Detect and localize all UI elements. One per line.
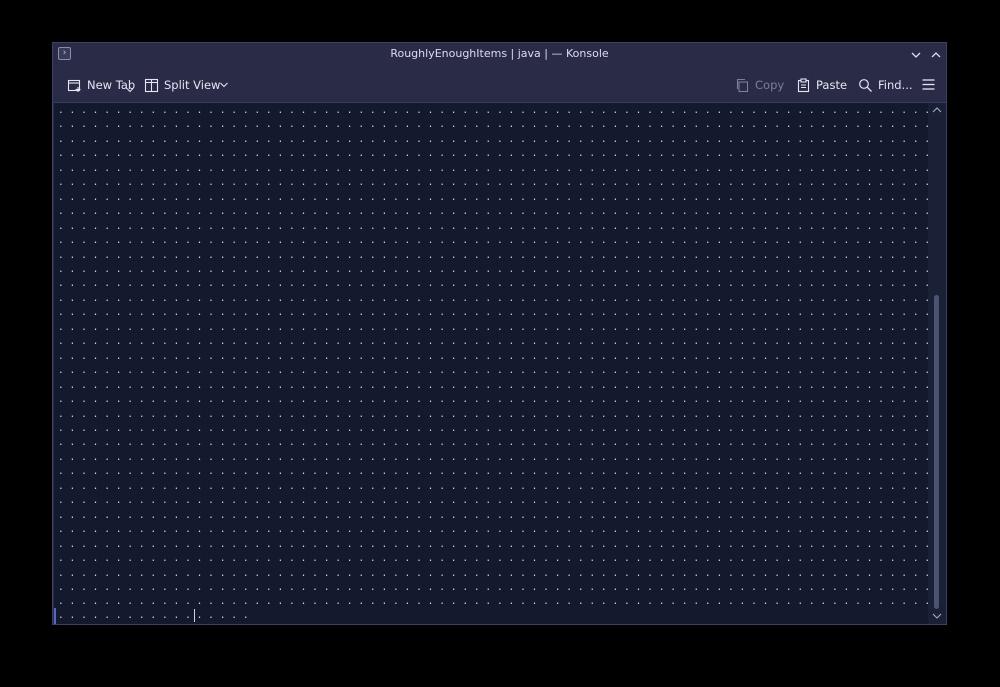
paste-label: Paste: [816, 78, 848, 92]
split-view-label: Split View: [164, 78, 221, 92]
copy-label: Copy: [755, 78, 785, 92]
terminal-cursor: [194, 609, 195, 622]
active-line-marker: [54, 608, 56, 624]
paste-clipboard-icon: [797, 77, 810, 92]
terminal-last-line: . . . . . . . . . . . . . . . . .: [58, 610, 249, 621]
minimize-chevron-down-icon[interactable]: [908, 47, 924, 63]
find-button[interactable]: Find...: [858, 75, 913, 95]
scrollbar-thumb[interactable]: [934, 295, 939, 609]
window-title: RoughlyEnoughItems | java | — Konsole: [390, 47, 609, 60]
main-toolbar: New Tab Split View Copy Paste Find...: [53, 67, 946, 103]
new-tab-button[interactable]: New Tab: [67, 75, 135, 95]
terminal-text: . . . . . . . . . . . . . . . . . . . . …: [58, 105, 929, 608]
split-view-chevron-down-icon[interactable]: [219, 81, 229, 89]
new-tab-icon: [67, 79, 81, 92]
split-view-button[interactable]: Split View: [144, 75, 220, 95]
copy-button[interactable]: Copy: [735, 75, 784, 95]
scroll-down-arrow-icon[interactable]: [931, 611, 943, 621]
vertical-scrollbar[interactable]: [928, 103, 946, 624]
paste-button[interactable]: Paste: [796, 75, 847, 95]
maximize-chevron-up-icon[interactable]: [928, 47, 944, 63]
find-label: Find...: [878, 78, 913, 92]
new-tab-dropdown-icon[interactable]: [126, 87, 134, 93]
konsole-window: › RoughlyEnoughItems | java | — Konsole …: [52, 42, 947, 625]
split-view-icon: [144, 78, 159, 92]
terminal-output[interactable]: . . . . . . . . . . . . . . . . . . . . …: [54, 103, 929, 624]
scroll-up-arrow-icon[interactable]: [931, 105, 943, 115]
hamburger-menu-icon[interactable]: [921, 77, 936, 92]
search-icon: [859, 78, 872, 92]
title-bar[interactable]: › RoughlyEnoughItems | java | — Konsole: [53, 43, 946, 67]
copy-icon: [736, 78, 749, 92]
